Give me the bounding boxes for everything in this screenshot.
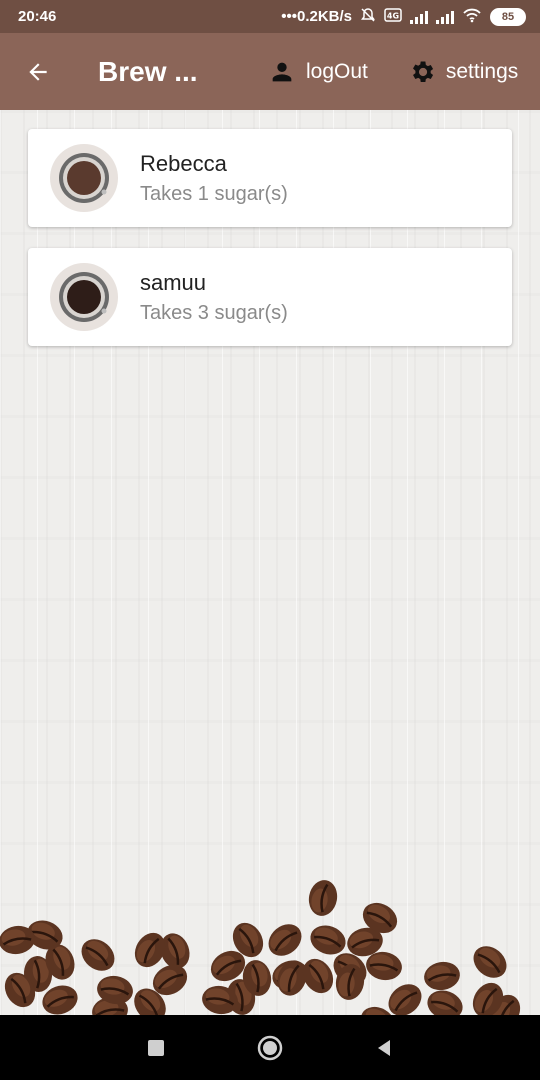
gear-icon xyxy=(412,61,433,82)
status-time: 20:46 xyxy=(18,8,57,25)
app-title: Brew ... xyxy=(98,55,198,87)
app-bar: Brew ... logOut settings xyxy=(0,33,540,110)
wifi-icon xyxy=(462,7,482,27)
svg-text:4G: 4G xyxy=(387,11,399,20)
status-bar: 20:46 •••0.2KB/s 4G 85 xyxy=(0,0,540,33)
logout-button[interactable]: logOut xyxy=(268,58,368,86)
settings-label: settings xyxy=(445,59,519,83)
person-icon xyxy=(272,62,292,81)
drinkers-list: Rebecca Takes 1 sugar(s) samuu Takes 3 s… xyxy=(0,110,540,1015)
logout-label: logOut xyxy=(306,59,368,83)
network-speed: •••0.2KB/s xyxy=(281,8,352,25)
recents-icon xyxy=(148,1039,164,1056)
system-nav-bar xyxy=(0,1015,540,1080)
home-button[interactable] xyxy=(256,1034,284,1062)
battery-icon: 85 xyxy=(490,7,526,26)
settings-button[interactable]: settings xyxy=(408,58,518,86)
volte-icon: 4G xyxy=(384,7,402,26)
back-icon xyxy=(378,1039,390,1056)
arrow-left-icon xyxy=(29,62,47,81)
coffee-beans-pile xyxy=(0,895,515,1015)
home-icon xyxy=(257,1035,283,1060)
signal-icon-2 xyxy=(436,10,454,24)
signal-icon-1 xyxy=(410,10,428,24)
nav-back-button[interactable] xyxy=(374,1038,394,1058)
status-icons: •••0.2KB/s 4G 85 xyxy=(281,7,526,27)
back-button[interactable] xyxy=(18,52,58,92)
mute-icon xyxy=(360,7,376,27)
recents-button[interactable] xyxy=(146,1038,166,1058)
